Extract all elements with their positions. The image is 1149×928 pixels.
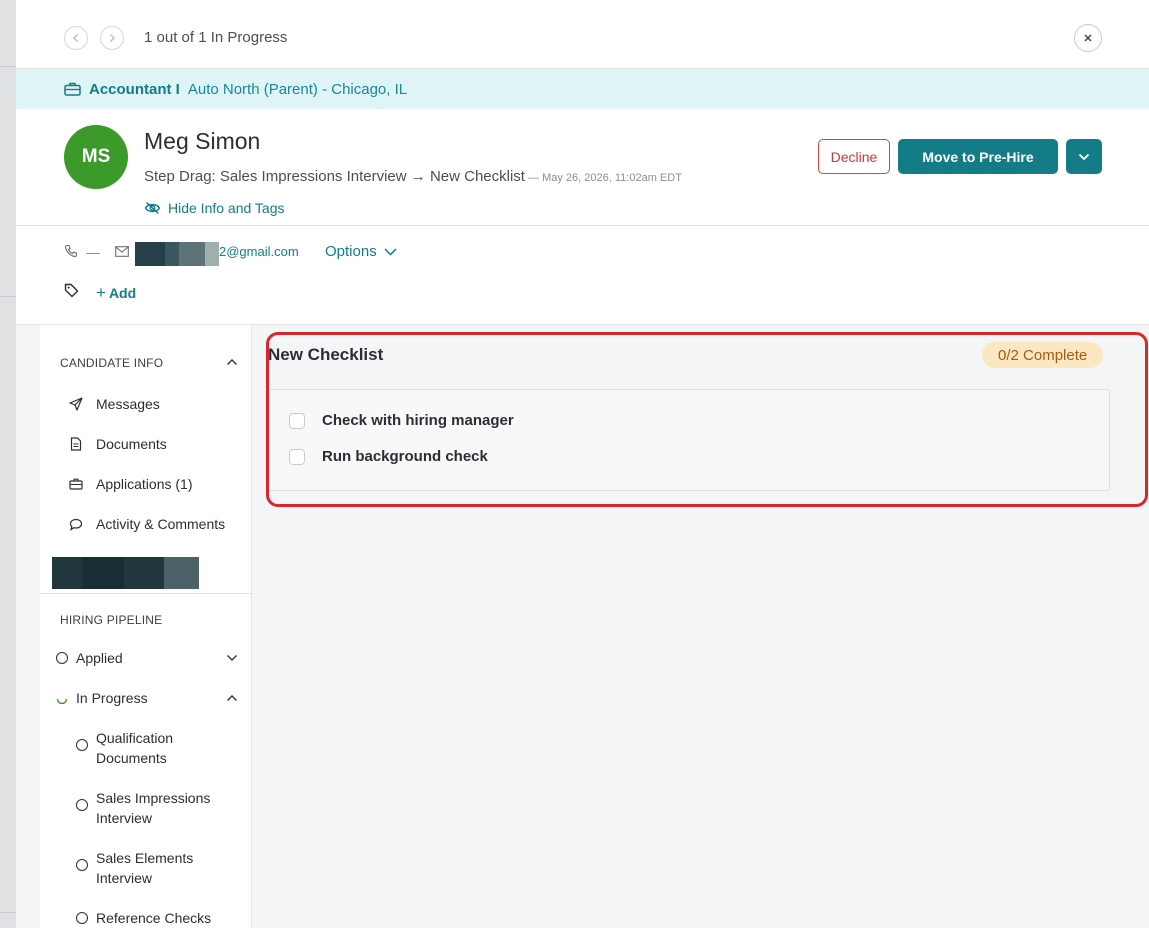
job-location[interactable]: Auto North (Parent) - Chicago, IL xyxy=(188,81,407,98)
sidebar-item-label: Documents xyxy=(96,436,167,452)
avatar: MS xyxy=(64,125,128,189)
stage-history: Step Drag: Sales Impressions Interview →… xyxy=(144,168,682,185)
more-actions-button[interactable] xyxy=(1066,139,1102,174)
backdrop xyxy=(0,0,16,928)
tag-icon xyxy=(64,283,79,298)
chevron-down-icon xyxy=(1078,153,1090,160)
add-tag-button[interactable]: + Add xyxy=(96,283,136,303)
highlight-outline xyxy=(266,332,1148,507)
briefcase-icon xyxy=(68,476,84,492)
step-status-icon xyxy=(76,859,88,871)
pipeline-step-sales-elements[interactable]: Sales Elements Interview xyxy=(76,848,226,888)
chevron-down-icon xyxy=(384,247,397,256)
sidebar-item-label: Activity & Comments xyxy=(96,516,226,532)
next-button[interactable] xyxy=(100,26,124,50)
options-dropdown[interactable]: Options xyxy=(325,243,397,260)
step-status-icon xyxy=(76,739,88,751)
chevron-right-icon xyxy=(110,34,115,42)
step-status-icon xyxy=(76,799,88,811)
sidebar-item-messages[interactable]: Messages xyxy=(68,396,160,412)
add-tag-label: Add xyxy=(108,285,137,301)
briefcase-icon xyxy=(64,82,81,96)
sidebar: CANDIDATE INFO Messages Documents Applic… xyxy=(40,325,252,928)
move-to-stage-button[interactable]: Move to Pre-Hire xyxy=(898,139,1058,174)
top-nav: 1 out of 1 In Progress xyxy=(16,0,1149,69)
pipeline-stage-in-progress[interactable]: In Progress xyxy=(56,688,148,708)
plus-icon: + xyxy=(96,283,106,302)
pipeline-step-label: Sales Impressions Interview xyxy=(96,790,211,826)
pipeline-stage-label: In Progress xyxy=(76,690,148,706)
candidate-header: MS Meg Simon Step Drag: Sales Impression… xyxy=(16,109,1149,226)
close-button[interactable] xyxy=(1074,24,1102,52)
sidebar-item-documents[interactable]: Documents xyxy=(68,436,167,452)
candidate-info-heading: CANDIDATE INFO xyxy=(60,356,164,370)
document-icon xyxy=(68,436,84,452)
chevron-left-icon xyxy=(73,34,78,42)
candidate-panel: 1 out of 1 In Progress Accountant I Auto… xyxy=(16,0,1149,928)
chevron-up-icon[interactable] xyxy=(226,358,238,366)
chevron-up-icon[interactable] xyxy=(226,694,238,702)
decline-button[interactable]: Decline xyxy=(818,139,890,174)
previous-button[interactable] xyxy=(64,26,88,50)
pipeline-step-label: Sales Elements Interview xyxy=(96,850,194,886)
pipeline-step-label: Reference Checks xyxy=(96,910,212,926)
stage-transition: Step Drag: Sales Impressions Interview →… xyxy=(144,168,525,185)
chevron-down-icon[interactable] xyxy=(226,654,238,662)
hide-info-label: Hide Info and Tags xyxy=(168,200,285,216)
email-link[interactable]: 2@gmail.com xyxy=(219,244,299,259)
pipeline-step-sales-impressions[interactable]: Sales Impressions Interview xyxy=(76,788,226,828)
redacted-email-prefix xyxy=(135,242,219,266)
hide-info-toggle[interactable]: Hide Info and Tags xyxy=(144,200,285,216)
sidebar-item-label: Messages xyxy=(96,396,160,412)
phone-icon xyxy=(64,244,78,258)
pagination-counter: 1 out of 1 In Progress xyxy=(144,29,288,46)
stage-timestamp: — May 26, 2026, 11:02am EDT xyxy=(524,172,682,184)
redacted-block xyxy=(52,557,199,589)
sidebar-item-label: Applications (1) xyxy=(96,476,193,492)
job-banner: Accountant I Auto North (Parent) - Chica… xyxy=(16,69,1149,109)
sidebar-divider xyxy=(40,593,252,594)
contact-row: — 2@gmail.com Options + Add xyxy=(16,226,1149,325)
options-label: Options xyxy=(325,243,377,260)
send-icon xyxy=(68,396,84,412)
step-status-icon xyxy=(76,912,88,924)
main-content: New Checklist 0/2 Complete Check with hi… xyxy=(252,325,1149,928)
eye-off-icon xyxy=(144,201,161,215)
sidebar-gutter xyxy=(16,325,40,928)
comment-icon xyxy=(68,516,84,532)
hiring-pipeline-heading: HIRING PIPELINE xyxy=(60,613,163,627)
mail-icon xyxy=(115,246,129,257)
job-title-link[interactable]: Accountant I xyxy=(89,81,180,98)
phone-value: — xyxy=(86,244,100,260)
close-icon xyxy=(1084,34,1092,42)
pipeline-step-reference-checks[interactable]: Reference Checks xyxy=(76,908,226,928)
stage-status-icon xyxy=(56,652,68,664)
pipeline-step-label: Qualification Documents xyxy=(96,730,174,766)
pipeline-stage-label: Applied xyxy=(76,650,123,666)
sidebar-item-applications[interactable]: Applications (1) xyxy=(68,476,193,492)
pipeline-step-qualification[interactable]: Qualification Documents xyxy=(76,728,226,768)
pipeline-stage-applied[interactable]: Applied xyxy=(56,648,123,668)
candidate-name: Meg Simon xyxy=(144,128,261,154)
sidebar-item-activity[interactable]: Activity & Comments xyxy=(68,516,225,532)
progress-spinner-icon xyxy=(56,698,68,704)
